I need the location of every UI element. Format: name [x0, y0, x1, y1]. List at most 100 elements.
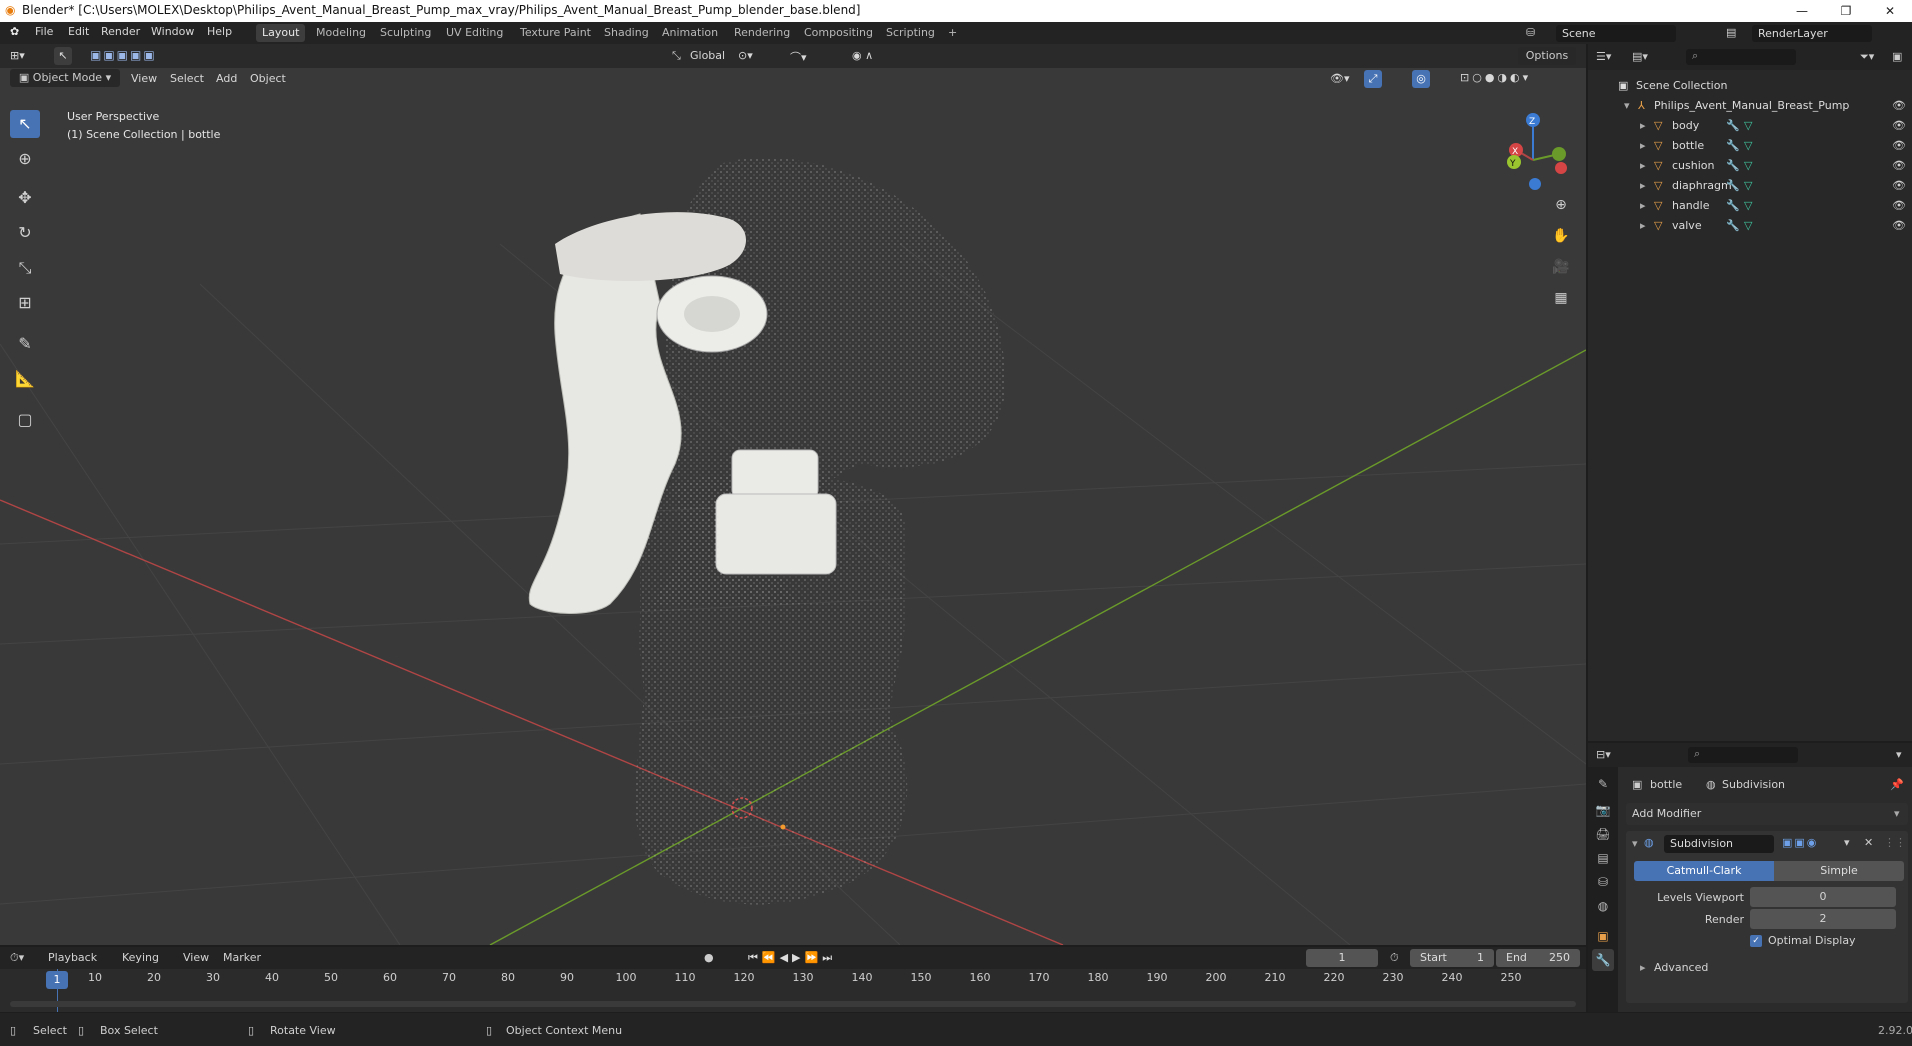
visibility-eye-icon[interactable]: 👁 [1892, 219, 1906, 232]
modifier-wrench-icon[interactable]: 🔧 [1726, 119, 1740, 132]
visibility-eye-icon[interactable]: 👁 [1892, 119, 1906, 132]
playback-menu[interactable]: Playback [48, 951, 97, 964]
menu-render[interactable]: Render [101, 25, 140, 38]
mode-selector[interactable]: ▣ Object Mode ▾ [10, 69, 120, 87]
simple-button[interactable]: Simple [1774, 861, 1904, 881]
move-tool-icon[interactable]: ✥ [10, 184, 40, 212]
modifier-wrench-icon[interactable]: 🔧 [1726, 179, 1740, 192]
visibility-eye-icon[interactable]: 👁 [1892, 179, 1906, 192]
current-frame-field[interactable]: 1 [1306, 949, 1378, 967]
outliner-object-body[interactable]: ▸ ▽ body 🔧 ▽ 👁 [1588, 116, 1912, 136]
timeline-view-menu[interactable]: View [183, 951, 209, 964]
tab-rendering[interactable]: Rendering [728, 24, 796, 42]
modifier-visibility-icons[interactable]: ▣▣◉ [1782, 836, 1818, 849]
modifier-menu-chevron-icon[interactable]: ▾ [1844, 836, 1850, 849]
playback-controls-icons[interactable]: ⏮⏪◀▶⏩⏭ [748, 951, 836, 965]
zoom-icon[interactable]: ⊕ [1548, 192, 1574, 218]
timeline-editor-type-icon[interactable]: ⏱▾ [10, 951, 24, 965]
outliner-object-bottle[interactable]: ▸ ▽ bottle 🔧 ▽ 👁 [1588, 136, 1912, 156]
tab-texture-paint[interactable]: Texture Paint [514, 24, 597, 42]
timeline-track[interactable]: 10 20 30 40 50 60 70 80 90 100 110 120 130 140 150 160 1… [0, 969, 1586, 1012]
visibility-eye-icon[interactable]: 👁 [1892, 199, 1906, 212]
add-modifier-dropdown[interactable]: Add Modifier ▾ [1626, 803, 1908, 825]
marker-menu[interactable]: Marker [223, 951, 261, 964]
end-frame-field[interactable]: End 250 [1496, 949, 1580, 967]
tab-modeling[interactable]: Modeling [310, 24, 372, 42]
options-dropdown[interactable]: Options [1518, 47, 1576, 65]
pan-hand-icon[interactable]: ✋ [1548, 223, 1574, 249]
world-tab-icon[interactable]: ◍ [1592, 895, 1614, 917]
collapse-chevron-icon[interactable]: ▾ [1632, 837, 1638, 850]
levels-viewport-field[interactable]: 0 [1750, 887, 1896, 907]
viewport-menu-add[interactable]: Add [216, 72, 237, 85]
display-mode-icon[interactable]: ▤▾ [1632, 50, 1648, 63]
optimal-display-checkbox[interactable]: ✓ [1750, 935, 1762, 947]
tab-animation[interactable]: Animation [656, 24, 724, 42]
blender-menu-icon[interactable]: ✿ [10, 25, 19, 38]
preview-range-icon[interactable]: ⏱ [1390, 951, 1399, 965]
object-tab-icon[interactable]: ▣ [1592, 925, 1614, 947]
viewport-menu-view[interactable]: View [131, 72, 157, 85]
modifier-wrench-icon[interactable]: 🔧 [1726, 139, 1740, 152]
modifier-wrench-icon[interactable]: 🔧 [1726, 199, 1740, 212]
ortho-grid-icon[interactable]: ▦ [1548, 285, 1574, 311]
annotate-tool-icon[interactable]: ✎ [10, 330, 40, 358]
visibility-icon[interactable]: 👁▾ [1330, 72, 1350, 85]
editor-type-icon[interactable]: ⊞▾ [10, 49, 25, 62]
advanced-section-label[interactable]: Advanced [1654, 961, 1708, 974]
view-layer-tab-icon[interactable]: ▤ [1592, 847, 1614, 869]
maximize-button[interactable]: ❐ [1824, 0, 1868, 22]
expand-chevron-right-icon[interactable]: ▸ [1640, 139, 1646, 152]
3d-viewport[interactable]: Z Y X ⊞▾ ↖ ▣▣▣▣▣ ⤡ Global ⊙▾ ⌒▾ ◉ ∧ Opti… [0, 44, 1586, 945]
render-tab-icon[interactable]: 📷 [1592, 799, 1614, 821]
mesh-data-icon[interactable]: ▽ [1744, 199, 1752, 212]
viewport-menu-select[interactable]: Select [170, 72, 204, 85]
transform-tool-icon[interactable]: ⊞ [10, 289, 40, 317]
menu-file[interactable]: File [35, 25, 53, 38]
mesh-data-icon[interactable]: ▽ [1744, 139, 1752, 152]
menu-window[interactable]: Window [151, 25, 194, 38]
expand-chevron-right-icon[interactable]: ▸ [1640, 219, 1646, 232]
mesh-data-icon[interactable]: ▽ [1744, 179, 1752, 192]
measure-tool-icon[interactable]: 📐 [10, 365, 40, 393]
visibility-eye-icon[interactable]: 👁 [1892, 139, 1906, 152]
camera-view-icon[interactable]: 🎥 [1548, 254, 1574, 280]
select-box-tool-icon[interactable]: ↖ [10, 110, 40, 138]
tab-scripting[interactable]: Scripting [880, 24, 941, 42]
timeline-scrollbar[interactable] [10, 1001, 1576, 1007]
select-mode-icon[interactable]: ↖ [54, 47, 72, 65]
render-layer-selector[interactable]: RenderLayer [1752, 25, 1872, 42]
modifier-wrench-icon[interactable]: 🔧 [1726, 219, 1740, 232]
outliner-editor-type-icon[interactable]: ☰▾ [1596, 50, 1611, 63]
scale-tool-icon[interactable]: ⤡ [10, 254, 40, 282]
record-icon[interactable]: ● [704, 951, 714, 964]
tab-sculpting[interactable]: Sculpting [374, 24, 437, 42]
output-tab-icon[interactable]: 🖨 [1592, 823, 1614, 845]
properties-search-icon[interactable]: ⌕ [1688, 747, 1798, 763]
tab-shading[interactable]: Shading [598, 24, 655, 42]
overlays-toggle-icon[interactable]: ◎ [1412, 70, 1430, 88]
playhead-frame-badge[interactable]: 1 [46, 971, 68, 989]
visibility-eye-icon[interactable]: 👁 [1892, 159, 1906, 172]
selection-mode-icons[interactable]: ▣▣▣▣▣ [90, 48, 157, 62]
add-cube-tool-icon[interactable]: ▢ [10, 406, 40, 434]
outliner-object-cushion[interactable]: ▸ ▽ cushion 🔧 ▽ 👁 [1588, 156, 1912, 176]
expand-chevron-right-icon[interactable]: ▸ [1640, 199, 1646, 212]
snap-icon[interactable]: ⌒▾ [790, 49, 807, 65]
render-levels-field[interactable]: 2 [1750, 909, 1896, 929]
remove-modifier-icon[interactable]: ✕ [1864, 836, 1873, 849]
expand-chevron-right-icon[interactable]: ▸ [1640, 179, 1646, 192]
rotate-tool-icon[interactable]: ↻ [10, 219, 40, 247]
new-collection-icon[interactable]: ▣ [1892, 50, 1902, 63]
visibility-eye-icon[interactable]: 👁 [1892, 99, 1906, 112]
tab-layout[interactable]: Layout [256, 24, 306, 42]
outliner-object-valve[interactable]: ▸ ▽ valve 🔧 ▽ 👁 [1588, 216, 1912, 236]
scene-selector[interactable]: Scene [1556, 25, 1676, 42]
navigation-gizmo[interactable]: Z Y X [1507, 113, 1567, 190]
filter-icon[interactable]: ⏷▾ [1860, 50, 1874, 64]
transform-orientation-dropdown[interactable]: Global [690, 49, 725, 62]
shading-mode-icons[interactable]: ⊡○●◑◐▾ [1460, 71, 1531, 84]
pivot-icon[interactable]: ⊙▾ [738, 49, 753, 62]
mesh-data-icon[interactable]: ▽ [1744, 219, 1752, 232]
keying-menu[interactable]: Keying [122, 951, 159, 964]
